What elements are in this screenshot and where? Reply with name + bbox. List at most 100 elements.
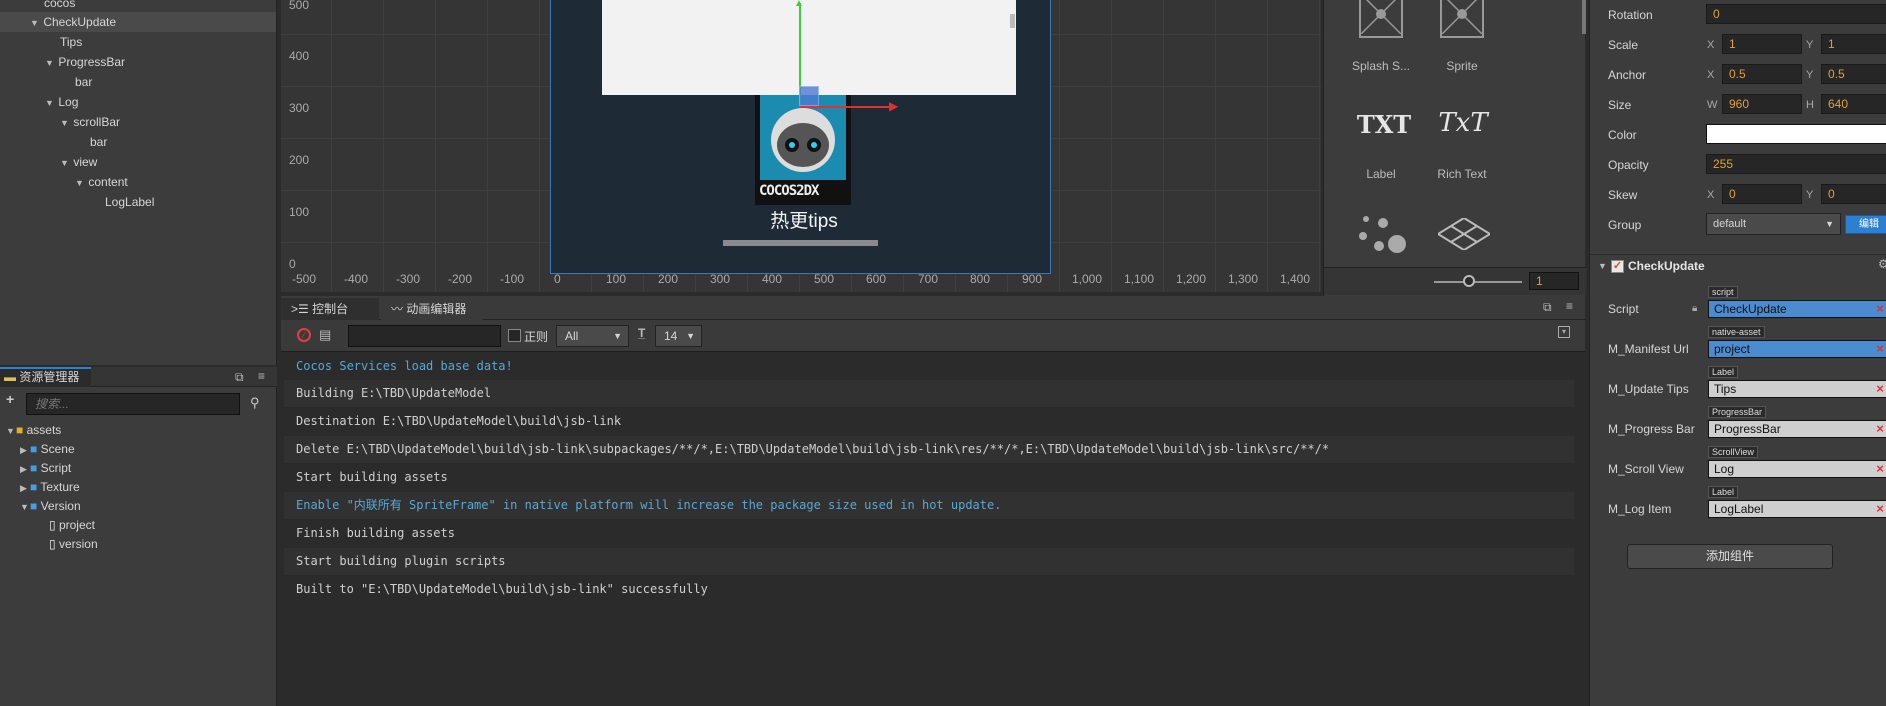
anchor-x-input[interactable]: 0.5 [1722, 64, 1802, 84]
rotation-input[interactable]: 0 [1706, 4, 1886, 24]
tips-panel[interactable] [602, 0, 1016, 95]
tree-node-content[interactable]: ▼ content [0, 172, 276, 192]
log-item-slot[interactable]: LogLabel [1708, 500, 1886, 518]
particle-widget-icon[interactable] [1357, 214, 1407, 261]
gizmo-center-handle[interactable] [799, 86, 819, 106]
log-filter-select[interactable]: All ▼ [556, 325, 629, 347]
collapse-arrow-icon[interactable]: ▼ [1598, 261, 1607, 271]
x-axis-label: 200 [658, 272, 679, 286]
console-search-input[interactable] [348, 325, 501, 347]
expand-arrow-icon[interactable]: ▶ [20, 478, 30, 498]
scale-y-input[interactable]: 1 [1821, 34, 1886, 54]
script-slot[interactable]: CheckUpdate [1708, 300, 1886, 318]
tree-node-scrollbar[interactable]: ▼ scrollBar [0, 112, 276, 132]
splash-sprite-widget-icon[interactable] [1359, 0, 1403, 38]
console-icon: >☰ [291, 302, 309, 316]
component-header[interactable]: ▼ ✓ CheckUpdate ⚙ [1590, 254, 1886, 278]
update-tips-slot[interactable]: Tips [1708, 380, 1886, 398]
remove-icon[interactable]: × [1873, 461, 1886, 476]
remove-icon[interactable]: × [1873, 301, 1886, 316]
remove-icon[interactable]: × [1873, 341, 1886, 356]
expand-arrow-icon[interactable]: ▶ [20, 440, 30, 460]
remove-icon[interactable]: × [1873, 381, 1886, 396]
scroll-indicator [1010, 14, 1015, 28]
x-axis-label: 1,100 [1124, 272, 1155, 286]
search-icon[interactable]: ⚲ [250, 395, 260, 411]
color-swatch[interactable] [1706, 124, 1886, 144]
zoom-slider-handle[interactable] [1463, 275, 1475, 287]
asset-node-script[interactable]: ▶ ■ Script [0, 458, 276, 478]
tree-node-loglabel[interactable]: LogLabel [0, 192, 276, 212]
settings-icon[interactable]: ⚙ [1878, 257, 1886, 271]
tree-node-progressbar[interactable]: ▼ ProgressBar [0, 52, 276, 72]
zoom-slider[interactable] [1434, 281, 1522, 283]
progress-bar[interactable] [723, 240, 878, 246]
add-component-button[interactable]: 添加组件 [1627, 544, 1833, 569]
tree-node-checkupdate[interactable]: ▼ CheckUpdate [0, 12, 276, 32]
gizmo-x-axis[interactable] [800, 106, 892, 108]
asset-node-project[interactable]: ▯ project [0, 515, 276, 535]
size-w-input[interactable]: 960 [1722, 94, 1802, 114]
tab-console[interactable]: >☰ 控制台 [281, 298, 379, 320]
skew-y-input[interactable]: 0 [1821, 184, 1886, 204]
scene-view[interactable]: 500 400 300 200 100 0 -500 -400 -300 -20… [281, 0, 1321, 292]
sprite-widget-icon[interactable] [1440, 0, 1484, 38]
opacity-input[interactable]: 255 [1706, 154, 1886, 174]
manifest-url-slot[interactable]: project [1708, 340, 1886, 358]
expand-arrow-icon[interactable]: ▼ [30, 13, 40, 33]
gizmo-y-arrow-icon[interactable]: ▲ [794, 0, 804, 9]
tilemap-widget-icon[interactable] [1436, 216, 1492, 253]
widgets-scrollbar[interactable] [1582, 0, 1586, 34]
tree-node-bar[interactable]: bar [0, 132, 276, 152]
gizmo-x-arrow-icon[interactable]: ▶ [889, 99, 898, 113]
tree-node-view[interactable]: ▼ view [0, 152, 276, 172]
menu-icon[interactable]: ≡ [258, 369, 265, 383]
scale-x-input[interactable]: 1 [1722, 34, 1802, 54]
asset-node-version-file[interactable]: ▯ version [0, 534, 276, 554]
expand-arrow-icon[interactable]: ▼ [6, 421, 16, 441]
asset-node-scene[interactable]: ▶ ■ Scene [0, 439, 276, 459]
group-select[interactable]: default ▼ [1706, 213, 1841, 235]
expand-arrow-icon[interactable]: ▼ [20, 497, 30, 517]
add-asset-icon[interactable]: + [6, 391, 14, 407]
component-enabled-checkbox[interactable]: ✓ [1611, 260, 1624, 273]
expand-arrow-icon[interactable]: ▼ [60, 153, 70, 173]
tab-animation-editor[interactable]: 〰 动画编辑器 [381, 298, 483, 320]
tree-node-tips[interactable]: Tips [0, 32, 276, 52]
popout-icon[interactable]: ⧉ [235, 370, 244, 385]
remove-icon[interactable]: × [1873, 501, 1886, 516]
zoom-input[interactable]: 1 [1529, 272, 1579, 290]
expand-arrow-icon[interactable]: ▼ [75, 173, 85, 193]
label-widget-icon[interactable]: TXT [1349, 110, 1419, 139]
progress-bar-slot[interactable]: ProgressBar [1708, 420, 1886, 438]
tree-node-bar[interactable]: bar [0, 72, 276, 92]
asset-node-version[interactable]: ▼■ Version [0, 496, 276, 516]
tips-label[interactable]: 热更tips [751, 206, 857, 233]
clear-console-icon[interactable]: ∕ [297, 328, 311, 342]
edit-group-button[interactable]: 编辑 [1845, 215, 1886, 234]
expand-arrow-icon[interactable]: ▼ [45, 93, 55, 113]
asset-node-assets[interactable]: ▼■ assets [0, 420, 276, 440]
popout-icon[interactable]: ⧉ [1543, 300, 1552, 315]
expand-arrow-icon[interactable]: ▶ [20, 459, 30, 479]
log-line: Start building assets [296, 470, 448, 484]
asset-node-texture[interactable]: ▶ ■ Texture [0, 477, 276, 497]
size-h-input[interactable]: 640 [1821, 94, 1886, 114]
remove-icon[interactable]: × [1873, 421, 1886, 436]
scroll-view-slot[interactable]: Log [1708, 460, 1886, 478]
skew-x-input[interactable]: 0 [1722, 184, 1802, 204]
expand-arrow-icon[interactable]: ▼ [60, 113, 70, 133]
regex-checkbox[interactable] [508, 329, 521, 342]
asset-search-input[interactable]: 搜索... [26, 393, 240, 415]
menu-icon[interactable]: ≡ [1566, 299, 1573, 313]
rich-text-widget-icon[interactable]: TxT [1425, 108, 1501, 138]
log-line: Enable "内联所有 SpriteFrame" in native plat… [284, 492, 1574, 519]
collapse-icon[interactable]: ▾ [1558, 326, 1570, 338]
open-log-icon[interactable]: ▤ [319, 327, 331, 343]
tab-assets[interactable]: ▬ 资源管理器 [0, 367, 91, 387]
tree-node-log[interactable]: ▼ Log [0, 92, 276, 112]
expand-arrow-icon[interactable]: ▼ [45, 53, 55, 73]
font-size-select[interactable]: 14 ▼ [655, 325, 702, 347]
x-axis-label: 1,300 [1228, 272, 1259, 286]
anchor-y-input[interactable]: 0.5 [1821, 64, 1886, 84]
